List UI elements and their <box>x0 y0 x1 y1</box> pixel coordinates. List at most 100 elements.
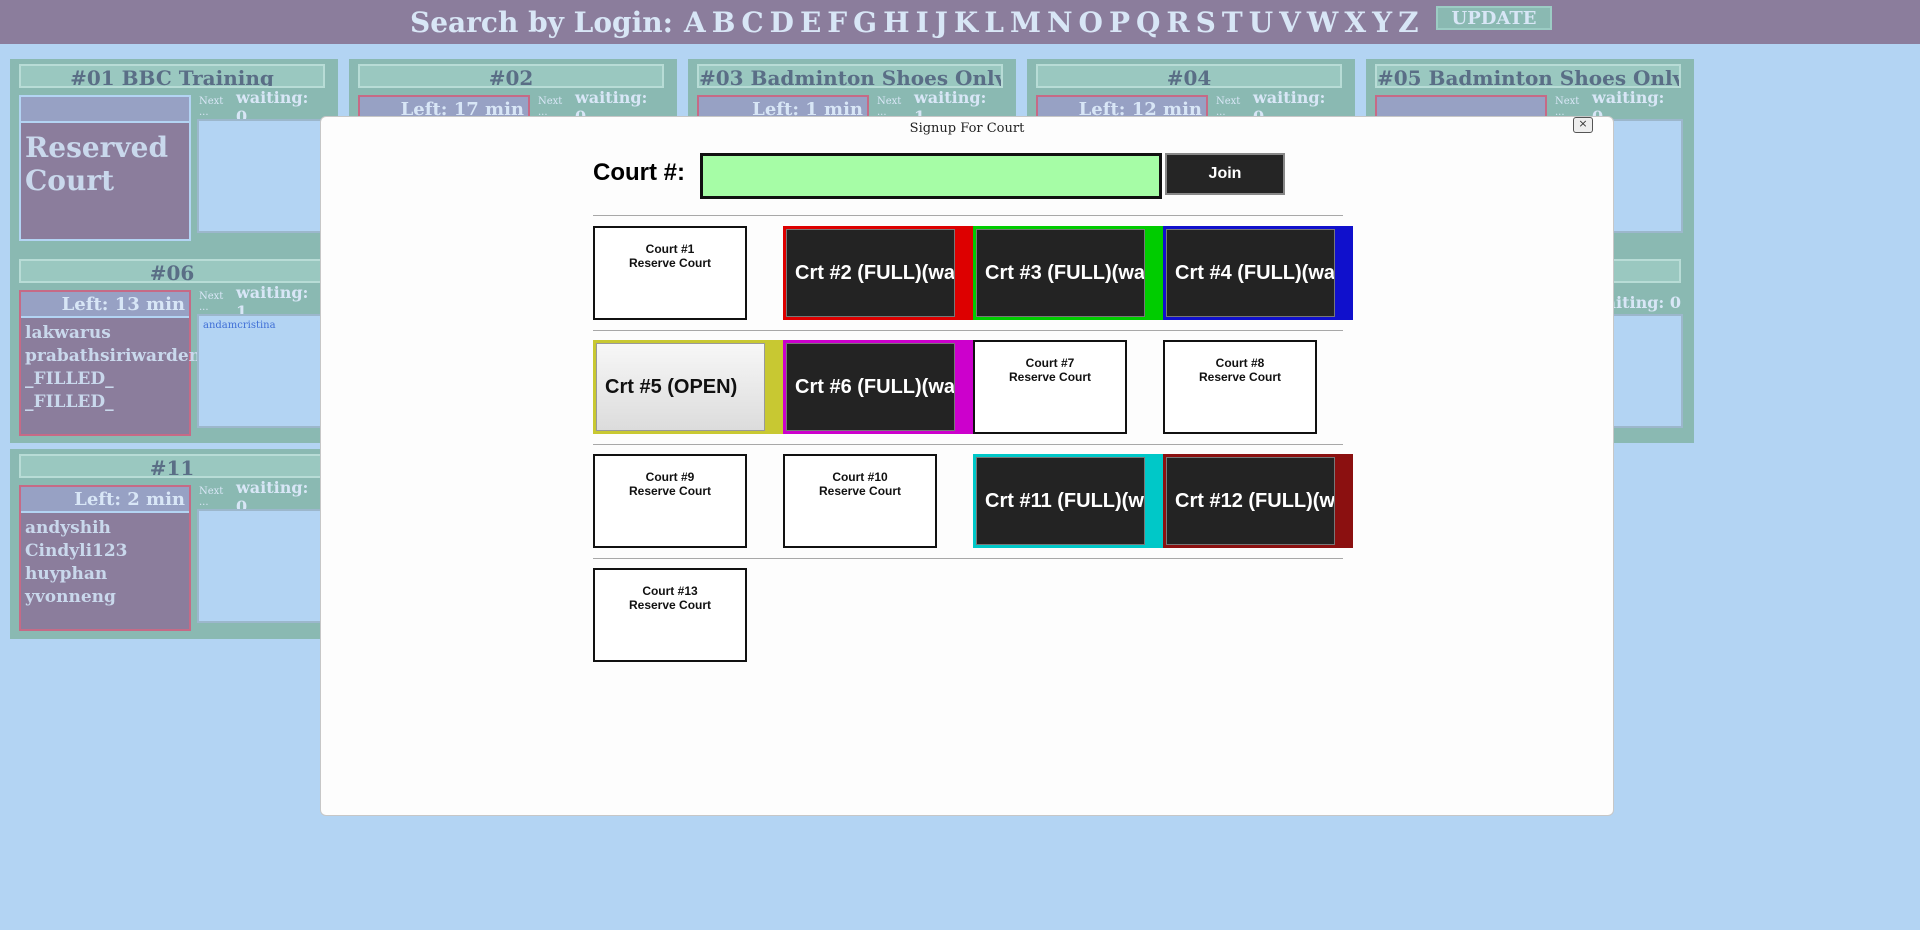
divider <box>593 444 1343 445</box>
reserve-text: Reserve Court <box>818 484 902 498</box>
court-status-text: Crt #5 (OPEN) <box>596 343 765 431</box>
court-title: #03 Badminton Shoes Only <box>697 64 1003 88</box>
next-label: Next ... <box>199 291 224 313</box>
letter-link-w[interactable]: W <box>1307 6 1338 39</box>
next-label: Next ... <box>538 96 563 118</box>
letter-link-v[interactable]: V <box>1279 6 1301 39</box>
court-title: #01 BBC Training <box>19 64 325 88</box>
player-name: Cindyli123 <box>25 541 128 561</box>
player-name: huyphan <box>25 564 108 584</box>
update-button[interactable]: UPDATE <box>1435 6 1553 30</box>
letter-link-x[interactable]: X <box>1344 6 1366 39</box>
letter-link-i[interactable]: I <box>916 6 929 39</box>
reserve-text: Reserve Court <box>1008 370 1092 384</box>
court-title: #06 <box>19 259 325 283</box>
court-tile: #11 Left: 2 min andyshih Cindyli123 huypha… <box>10 449 338 639</box>
player-name: yvonneng <box>25 587 116 607</box>
reserve-text: Reserve Court <box>628 484 712 498</box>
queue-list: andamcristina <box>197 314 327 428</box>
court-status-text: Crt #4 (FULL)(waiting <box>1166 229 1335 317</box>
letter-link-a[interactable]: A <box>684 6 706 39</box>
court-title: #02 <box>358 64 664 88</box>
letter-link-m[interactable]: M <box>1010 6 1041 39</box>
time-left: Left: 2 min <box>21 487 189 513</box>
court-status-text: Crt #3 (FULL)(waiting <box>976 229 1145 317</box>
letter-link-z[interactable]: Z <box>1398 6 1418 39</box>
court-7-reserve-button[interactable]: Court #7 Reserve Court <box>973 340 1127 434</box>
court-title: #04 <box>1036 64 1342 88</box>
next-label: Next ... <box>877 96 902 118</box>
reserved-text: Reserved Court <box>25 131 169 197</box>
next-label: Next ... <box>199 96 224 118</box>
court-9-reserve-button[interactable]: Court #9 Reserve Court <box>593 454 747 548</box>
login-search-bar: Search by Login: ABCDEFGHIJKLMNOPQRSTUVW… <box>410 4 1553 40</box>
letter-link-h[interactable]: H <box>883 6 909 39</box>
dialog-title: Signup For Court <box>909 121 1025 136</box>
court-10-reserve-button[interactable]: Court #10 Reserve Court <box>783 454 937 548</box>
player-name: andyshih <box>25 518 111 538</box>
court-6-full-button[interactable]: Crt #6 (FULL)(waiting <box>783 340 973 434</box>
letter-link-o[interactable]: O <box>1079 6 1103 39</box>
next-label: Next ... <box>1555 96 1580 118</box>
court-status-text: Crt #6 (FULL)(waiting <box>786 343 955 431</box>
letter-link-e[interactable]: E <box>800 6 821 39</box>
letter-link-n[interactable]: N <box>1047 6 1073 39</box>
court-number-text: Court #7 <box>1025 356 1075 370</box>
letter-link-f[interactable]: F <box>827 6 847 39</box>
court-number-input[interactable] <box>700 153 1162 199</box>
court-title: #05 Badminton Shoes Only <box>1375 64 1681 88</box>
letter-link-t[interactable]: T <box>1222 6 1243 39</box>
reserve-text: Reserve Court <box>628 598 712 612</box>
letter-link-u[interactable]: U <box>1249 6 1273 39</box>
letter-link-j[interactable]: J <box>935 6 948 39</box>
court-tile: #01 BBC Training Reserved Court Next ...… <box>10 59 338 257</box>
next-label: Next ... <box>199 486 224 508</box>
letter-link-k[interactable]: K <box>954 6 978 39</box>
top-bar: Search by Login: ABCDEFGHIJKLMNOPQRSTUVW… <box>0 0 1920 44</box>
players-panel: Left: 2 min andyshih Cindyli123 huyphan yvo… <box>19 485 191 631</box>
queue-list <box>197 509 327 623</box>
player-name: _FILLED_ <box>25 392 114 412</box>
players-panel: Left: 13 min lakwarus prabathsiriwarden _F… <box>19 290 202 436</box>
court-11-full-button[interactable]: Crt #11 (FULL)(waiting <box>973 454 1163 548</box>
letter-link-l[interactable]: L <box>984 6 1004 39</box>
letter-link-g[interactable]: G <box>853 6 877 39</box>
queue-panel: Next ... waiting: 0 <box>197 478 327 631</box>
letter-link-y[interactable]: Y <box>1372 6 1392 39</box>
letter-link-b[interactable]: B <box>712 6 736 39</box>
close-icon[interactable]: × <box>1573 117 1593 133</box>
letter-link-p[interactable]: P <box>1109 6 1130 39</box>
court-title: #11 <box>19 454 325 478</box>
divider <box>593 215 1343 216</box>
court-number-text: Court #10 <box>832 470 888 484</box>
court-2-full-button[interactable]: Crt #2 (FULL)(waiting <box>783 226 973 320</box>
player-name: lakwarus <box>25 323 111 343</box>
court-number-text: Court #9 <box>645 470 695 484</box>
court-12-full-button[interactable]: Crt #12 (FULL)(waiting <box>1163 454 1353 548</box>
court-status-text: Crt #11 (FULL)(waiting <box>976 457 1145 545</box>
time-left: Left: 13 min <box>21 292 189 318</box>
reserve-text: Reserve Court <box>1198 370 1282 384</box>
court-1-reserve-button[interactable]: Court #1 Reserve Court <box>593 226 747 320</box>
letter-link-c[interactable]: C <box>741 6 763 39</box>
letter-link-q[interactable]: Q <box>1136 6 1160 39</box>
letter-links: ABCDEFGHIJKLMNOPQRSTUVWXYZ <box>681 6 1422 39</box>
letter-link-r[interactable]: R <box>1166 6 1189 39</box>
court-13-reserve-button[interactable]: Court #13 Reserve Court <box>593 568 747 662</box>
letter-link-s[interactable]: S <box>1196 6 1216 39</box>
reserve-text: Reserve Court <box>628 256 712 270</box>
court-number-label: Court #: <box>593 159 685 186</box>
court-3-full-button[interactable]: Crt #3 (FULL)(waiting <box>973 226 1163 320</box>
players-panel: Reserved Court <box>19 95 191 241</box>
letter-link-d[interactable]: D <box>770 6 794 39</box>
court-status-text: Crt #2 (FULL)(waiting <box>786 229 955 317</box>
court-8-reserve-button[interactable]: Court #8 Reserve Court <box>1163 340 1317 434</box>
court-number-text: Court #13 <box>642 584 698 598</box>
court-4-full-button[interactable]: Crt #4 (FULL)(waiting <box>1163 226 1353 320</box>
court-number-text: Court #1 <box>645 242 695 256</box>
join-button[interactable]: Join <box>1165 153 1285 195</box>
search-label: Search by Login: <box>410 5 673 39</box>
player-name: prabathsiriwarden <box>25 346 202 366</box>
court-5-open-button[interactable]: Crt #5 (OPEN) <box>593 340 783 434</box>
queue-name[interactable]: andamcristina <box>203 320 276 331</box>
